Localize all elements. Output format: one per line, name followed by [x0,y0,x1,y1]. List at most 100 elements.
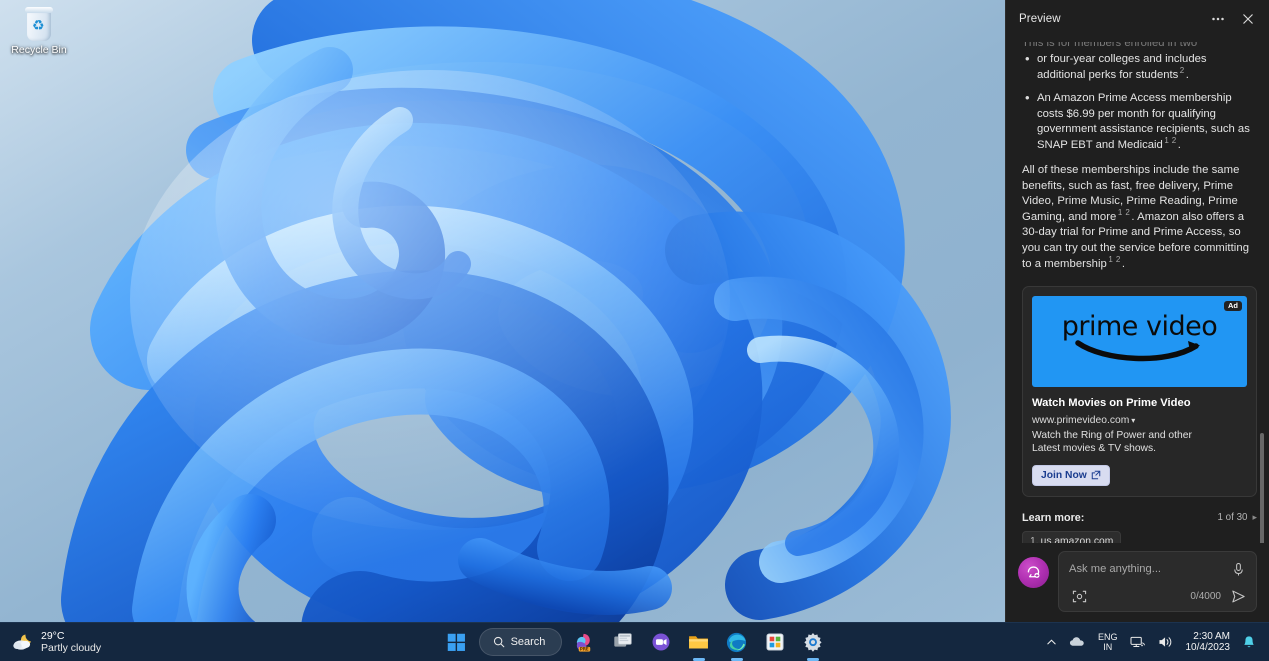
citation-ref[interactable]: 2 [1116,256,1121,264]
task-view-icon [612,631,634,653]
ellipsis-icon [1210,11,1226,27]
close-icon [1241,12,1255,26]
list-item: An Amazon Prime Access membership costs … [1022,91,1257,153]
network-icon [1130,635,1146,649]
show-hidden-icons-button[interactable] [1041,627,1062,657]
composer-box[interactable]: 0/4000 [1058,551,1257,612]
citation-ref[interactable]: 1 [1108,256,1113,264]
citation-ref[interactable]: 1 [1118,209,1123,217]
start-button[interactable] [441,627,472,658]
ad-description: Watch the Ring of Power and other Latest… [1032,429,1247,456]
panel-title: Preview [1019,13,1203,25]
system-tray: ENG IN [1041,623,1269,661]
character-counter: 0/4000 [1190,591,1221,602]
microphone-button[interactable] [1228,559,1248,579]
panel-titlebar: Preview [1006,0,1269,38]
send-button[interactable] [1228,586,1248,606]
volume-button[interactable] [1153,627,1179,657]
citation-ref[interactable]: 2 [1125,209,1130,217]
source-number: 1. [1030,536,1039,543]
ad-banner-image[interactable]: Ad prime video [1032,296,1247,387]
microphone-icon [1232,562,1245,577]
taskbar-app-settings[interactable] [797,627,828,658]
more-options-button[interactable] [1203,5,1233,33]
onedrive-button[interactable] [1064,627,1091,657]
ad-url[interactable]: www.primevideo.com▾ [1032,414,1247,427]
language-secondary: IN [1098,642,1118,652]
conversation-scrollbar[interactable] [1257,68,1267,543]
ad-headline[interactable]: Watch Movies on Prime Video [1032,396,1247,410]
conversation-scroll-area[interactable]: This is for members enrolled in two or f… [1006,38,1269,543]
ask-input[interactable] [1069,563,1228,575]
close-button[interactable] [1233,5,1263,33]
answer-bullet-list: or four-year colleges and includes addit… [1022,52,1257,153]
citation-ref[interactable]: 1 [1164,137,1168,145]
scrollbar-thumb[interactable] [1260,433,1264,543]
chevron-down-icon[interactable]: ▾ [1131,414,1135,427]
weather-temperature: 29°C [41,630,101,643]
learn-more-label: Learn more: [1022,512,1218,524]
bullet-text: An Amazon Prime Access membership costs … [1037,92,1250,151]
partly-cloudy-night-icon [12,632,34,652]
speaker-icon [1158,635,1174,649]
network-button[interactable] [1125,627,1151,657]
prime-video-wordmark: prime video [1062,314,1218,340]
scan-image-icon [1072,589,1087,604]
chevron-up-icon [1046,637,1057,648]
join-now-label: Join Now [1041,469,1087,482]
taskbar-app-edge[interactable] [721,627,752,658]
windows-bloom-wallpaper [0,0,1005,622]
ad-badge: Ad [1224,301,1242,312]
recycle-bin-icon: ♻ [23,6,55,42]
clock-time: 2:30 AM [1186,631,1231,643]
language-primary: ENG [1098,632,1118,642]
ad-desc-line2: Latest movies & TV shows. [1032,443,1156,454]
copilot-avatar[interactable] [1018,557,1049,588]
ad-desc-line1: Watch the Ring of Power and other [1032,430,1192,441]
screen-root: ♻ Recycle Bin Preview [0,0,1269,661]
citation-ref[interactable]: 2 [1172,137,1176,145]
desktop-icon-label: Recycle Bin [6,44,72,56]
weather-condition: Partly cloudy [41,642,101,655]
copilot-preview-panel: Preview This is for members enrolled in … [1005,0,1269,622]
teams-chat-icon [650,631,672,653]
taskbar-center-group: Search PRE [441,623,829,661]
notifications-button[interactable] [1237,627,1261,657]
composer-area: 0/4000 [1006,543,1269,622]
taskbar-app-microsoft-store[interactable] [759,627,790,658]
bullet-period: . [1178,139,1181,151]
source-link-chip[interactable]: 1.us.amazon.com [1022,531,1121,543]
prime-video-logo: prime video [1062,314,1218,365]
list-item: or four-year colleges and includes addit… [1022,52,1257,83]
ad-url-text: www.primevideo.com [1032,415,1129,426]
sponsored-ad-card[interactable]: Ad prime video Watch Movies on Prime Vid… [1022,286,1257,497]
taskbar-app-copilot[interactable]: PRE [569,627,600,658]
clock-date: 10/4/2023 [1186,642,1231,654]
source-name: us.amazon.com [1041,536,1114,543]
microsoft-store-icon [764,631,786,653]
citation-ref[interactable]: 2 [1180,67,1184,75]
taskbar: 29°C Partly cloudy Search [0,622,1269,661]
external-link-icon [1091,470,1101,480]
onedrive-cloud-icon [1069,636,1086,648]
clock-button[interactable]: 2:30 AM 10/4/2023 [1181,627,1236,657]
weather-widget[interactable]: 29°C Partly cloudy [0,623,140,661]
copilot-avatar-icon [1025,564,1042,581]
taskbar-app-task-view[interactable] [607,627,638,658]
source-page-indicator: 1 of 30 [1218,512,1248,523]
edge-browser-icon [725,631,748,654]
taskbar-app-chat[interactable] [645,627,676,658]
file-explorer-icon [687,631,710,654]
language-indicator[interactable]: ENG IN [1093,627,1123,657]
desktop-icon-recycle-bin[interactable]: ♻ Recycle Bin [6,4,72,56]
taskbar-search[interactable]: Search [479,628,563,656]
desktop[interactable]: ♻ Recycle Bin [0,0,1005,622]
scan-image-button[interactable] [1069,586,1089,606]
taskbar-app-file-explorer[interactable] [683,627,714,658]
settings-icon [802,631,824,653]
answer-paragraph: All of these memberships include the sam… [1022,163,1257,272]
copilot-taskbar-icon: PRE [573,631,596,654]
windows-start-icon [447,633,466,652]
amazon-smile-icon [1070,339,1210,365]
join-now-button[interactable]: Join Now [1032,465,1110,486]
